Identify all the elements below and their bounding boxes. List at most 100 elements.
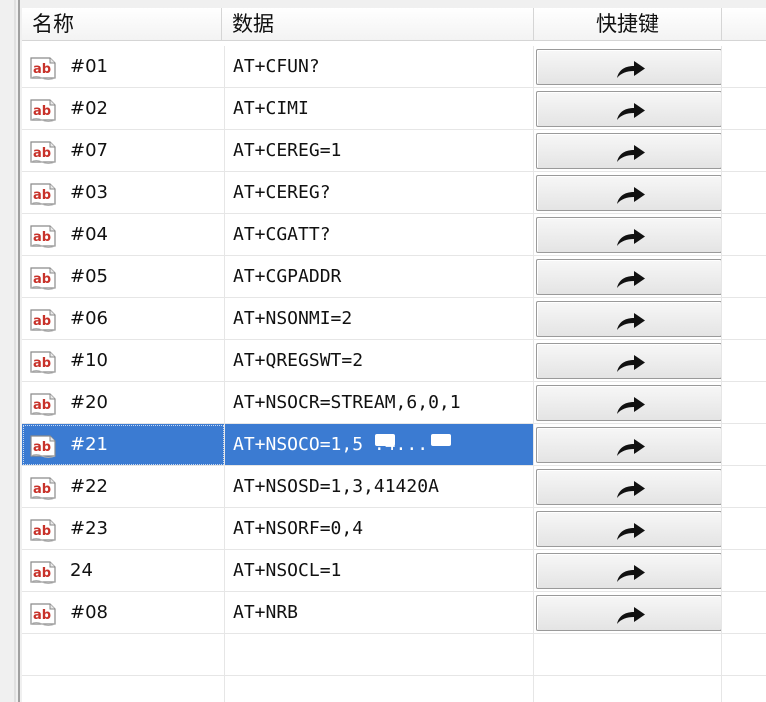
send-button[interactable]	[536, 553, 721, 589]
name-cell[interactable]: ab #05	[22, 256, 225, 298]
send-button[interactable]	[536, 49, 721, 85]
ab-text-icon: ab	[30, 561, 56, 584]
name-cell[interactable]: ab #06	[22, 298, 225, 340]
column-header-name[interactable]: 名称	[22, 8, 222, 40]
data-cell[interactable]: AT+CGPADDR	[225, 256, 534, 298]
data-cell[interactable]: AT+CFUN?	[225, 46, 534, 88]
table-row[interactable]: ab #05 AT+CGPADDR	[22, 256, 766, 298]
column-header-filler	[722, 8, 766, 40]
table-row[interactable]: ab #08 AT+NRB	[22, 592, 766, 634]
row-data: AT+CEREG=1	[233, 140, 342, 161]
name-cell[interactable]: ab #08	[22, 592, 225, 634]
row-name: #20	[70, 392, 108, 413]
empty-cell	[22, 634, 225, 676]
column-header-shortcut[interactable]: 快捷键	[534, 8, 722, 40]
empty-cell	[22, 676, 225, 702]
svg-text:ab: ab	[33, 146, 51, 161]
send-button[interactable]	[536, 259, 721, 295]
table-row[interactable]: ab #22 AT+NSOSD=1,3,41420A	[22, 466, 766, 508]
send-button[interactable]	[536, 343, 721, 379]
send-button[interactable]	[536, 91, 721, 127]
ab-text-icon: ab	[30, 225, 56, 248]
send-button[interactable]	[536, 469, 721, 505]
name-cell[interactable]: ab #01	[22, 46, 225, 88]
filler-cell	[722, 46, 766, 88]
send-button[interactable]	[536, 301, 721, 337]
row-data: AT+NSOSD=1,3,41420A	[233, 476, 439, 497]
svg-text:ab: ab	[33, 440, 51, 455]
table-row[interactable]: ab #10 AT+QREGSWT=2	[22, 340, 766, 382]
ab-text-icon: ab	[30, 183, 56, 206]
send-button[interactable]	[536, 133, 721, 169]
empty-cell	[534, 676, 722, 702]
redaction-mark	[431, 434, 451, 446]
data-cell[interactable]: AT+NSOCO=1,5 .4...	[225, 424, 534, 466]
name-cell[interactable]: ab #04	[22, 214, 225, 256]
name-cell[interactable]: ab #20	[22, 382, 225, 424]
shortcut-cell	[534, 340, 722, 382]
send-button[interactable]	[536, 217, 721, 253]
shortcut-cell	[534, 466, 722, 508]
table-row[interactable]: ab #21 AT+NSOCO=1,5 .4...	[22, 424, 766, 466]
row-data: AT+NSOCR=STREAM,6,0,1	[233, 392, 461, 413]
curved-arrow-icon	[617, 481, 645, 498]
table-row[interactable]: ab #23 AT+NSORF=0,4	[22, 508, 766, 550]
shortcut-cell	[534, 298, 722, 340]
data-cell[interactable]: AT+CEREG=1	[225, 130, 534, 172]
column-header-data[interactable]: 数据	[222, 8, 534, 40]
name-cell[interactable]: ab #07	[22, 130, 225, 172]
data-cell[interactable]: AT+NSOCR=STREAM,6,0,1	[225, 382, 534, 424]
row-name: #21	[70, 434, 108, 455]
name-cell[interactable]: ab 24	[22, 550, 225, 592]
table-row[interactable]: ab #04 AT+CGATT?	[22, 214, 766, 256]
shortcut-cell	[534, 256, 722, 298]
ab-text-icon: ab	[30, 603, 56, 626]
send-button[interactable]	[536, 595, 721, 631]
send-button[interactable]	[536, 427, 721, 463]
data-cell[interactable]: AT+NRB	[225, 592, 534, 634]
data-cell[interactable]: AT+CIMI	[225, 88, 534, 130]
row-data: AT+CGPADDR	[233, 266, 342, 287]
row-name: #23	[70, 518, 108, 539]
curved-arrow-icon	[617, 313, 645, 330]
row-data: AT+CIMI	[233, 98, 309, 119]
row-name: #06	[70, 308, 108, 329]
table-row[interactable]: ab #07 AT+CEREG=1	[22, 130, 766, 172]
send-button[interactable]	[536, 175, 721, 211]
data-cell[interactable]: AT+NSOSD=1,3,41420A	[225, 466, 534, 508]
data-cell[interactable]: AT+CEREG?	[225, 172, 534, 214]
data-cell[interactable]: AT+NSOCL=1	[225, 550, 534, 592]
svg-text:ab: ab	[33, 314, 51, 329]
table-row[interactable]: ab #20 AT+NSOCR=STREAM,6,0,1	[22, 382, 766, 424]
name-cell[interactable]: ab #21	[22, 424, 225, 466]
name-cell[interactable]: ab #23	[22, 508, 225, 550]
data-cell[interactable]: AT+CGATT?	[225, 214, 534, 256]
table-row[interactable]: ab #01 AT+CFUN?	[22, 46, 766, 88]
empty-cell	[534, 634, 722, 676]
svg-text:ab: ab	[33, 566, 51, 581]
ab-text-icon: ab	[30, 141, 56, 164]
svg-text:ab: ab	[33, 104, 51, 119]
data-cell[interactable]: AT+QREGSWT=2	[225, 340, 534, 382]
table-row[interactable]: ab #03 AT+CEREG?	[22, 172, 766, 214]
row-data: AT+NSORF=0,4	[233, 518, 364, 539]
name-cell[interactable]: ab #22	[22, 466, 225, 508]
table-row[interactable]: ab #06 AT+NSONMI=2	[22, 298, 766, 340]
row-name: #03	[70, 182, 108, 203]
send-button[interactable]	[536, 385, 721, 421]
row-name: #05	[70, 266, 108, 287]
name-cell[interactable]: ab #02	[22, 88, 225, 130]
svg-text:ab: ab	[33, 608, 51, 623]
shortcut-cell	[534, 46, 722, 88]
filler-cell	[722, 592, 766, 634]
filler-cell	[722, 130, 766, 172]
data-cell[interactable]: AT+NSORF=0,4	[225, 508, 534, 550]
table-row[interactable]: ab #02 AT+CIMI	[22, 88, 766, 130]
data-cell[interactable]: AT+NSONMI=2	[225, 298, 534, 340]
name-cell[interactable]: ab #03	[22, 172, 225, 214]
send-button[interactable]	[536, 511, 721, 547]
table-row[interactable]: ab 24 AT+NSOCL=1	[22, 550, 766, 592]
ab-text-icon: ab	[30, 267, 56, 290]
name-cell[interactable]: ab #10	[22, 340, 225, 382]
curved-arrow-icon	[617, 439, 645, 456]
